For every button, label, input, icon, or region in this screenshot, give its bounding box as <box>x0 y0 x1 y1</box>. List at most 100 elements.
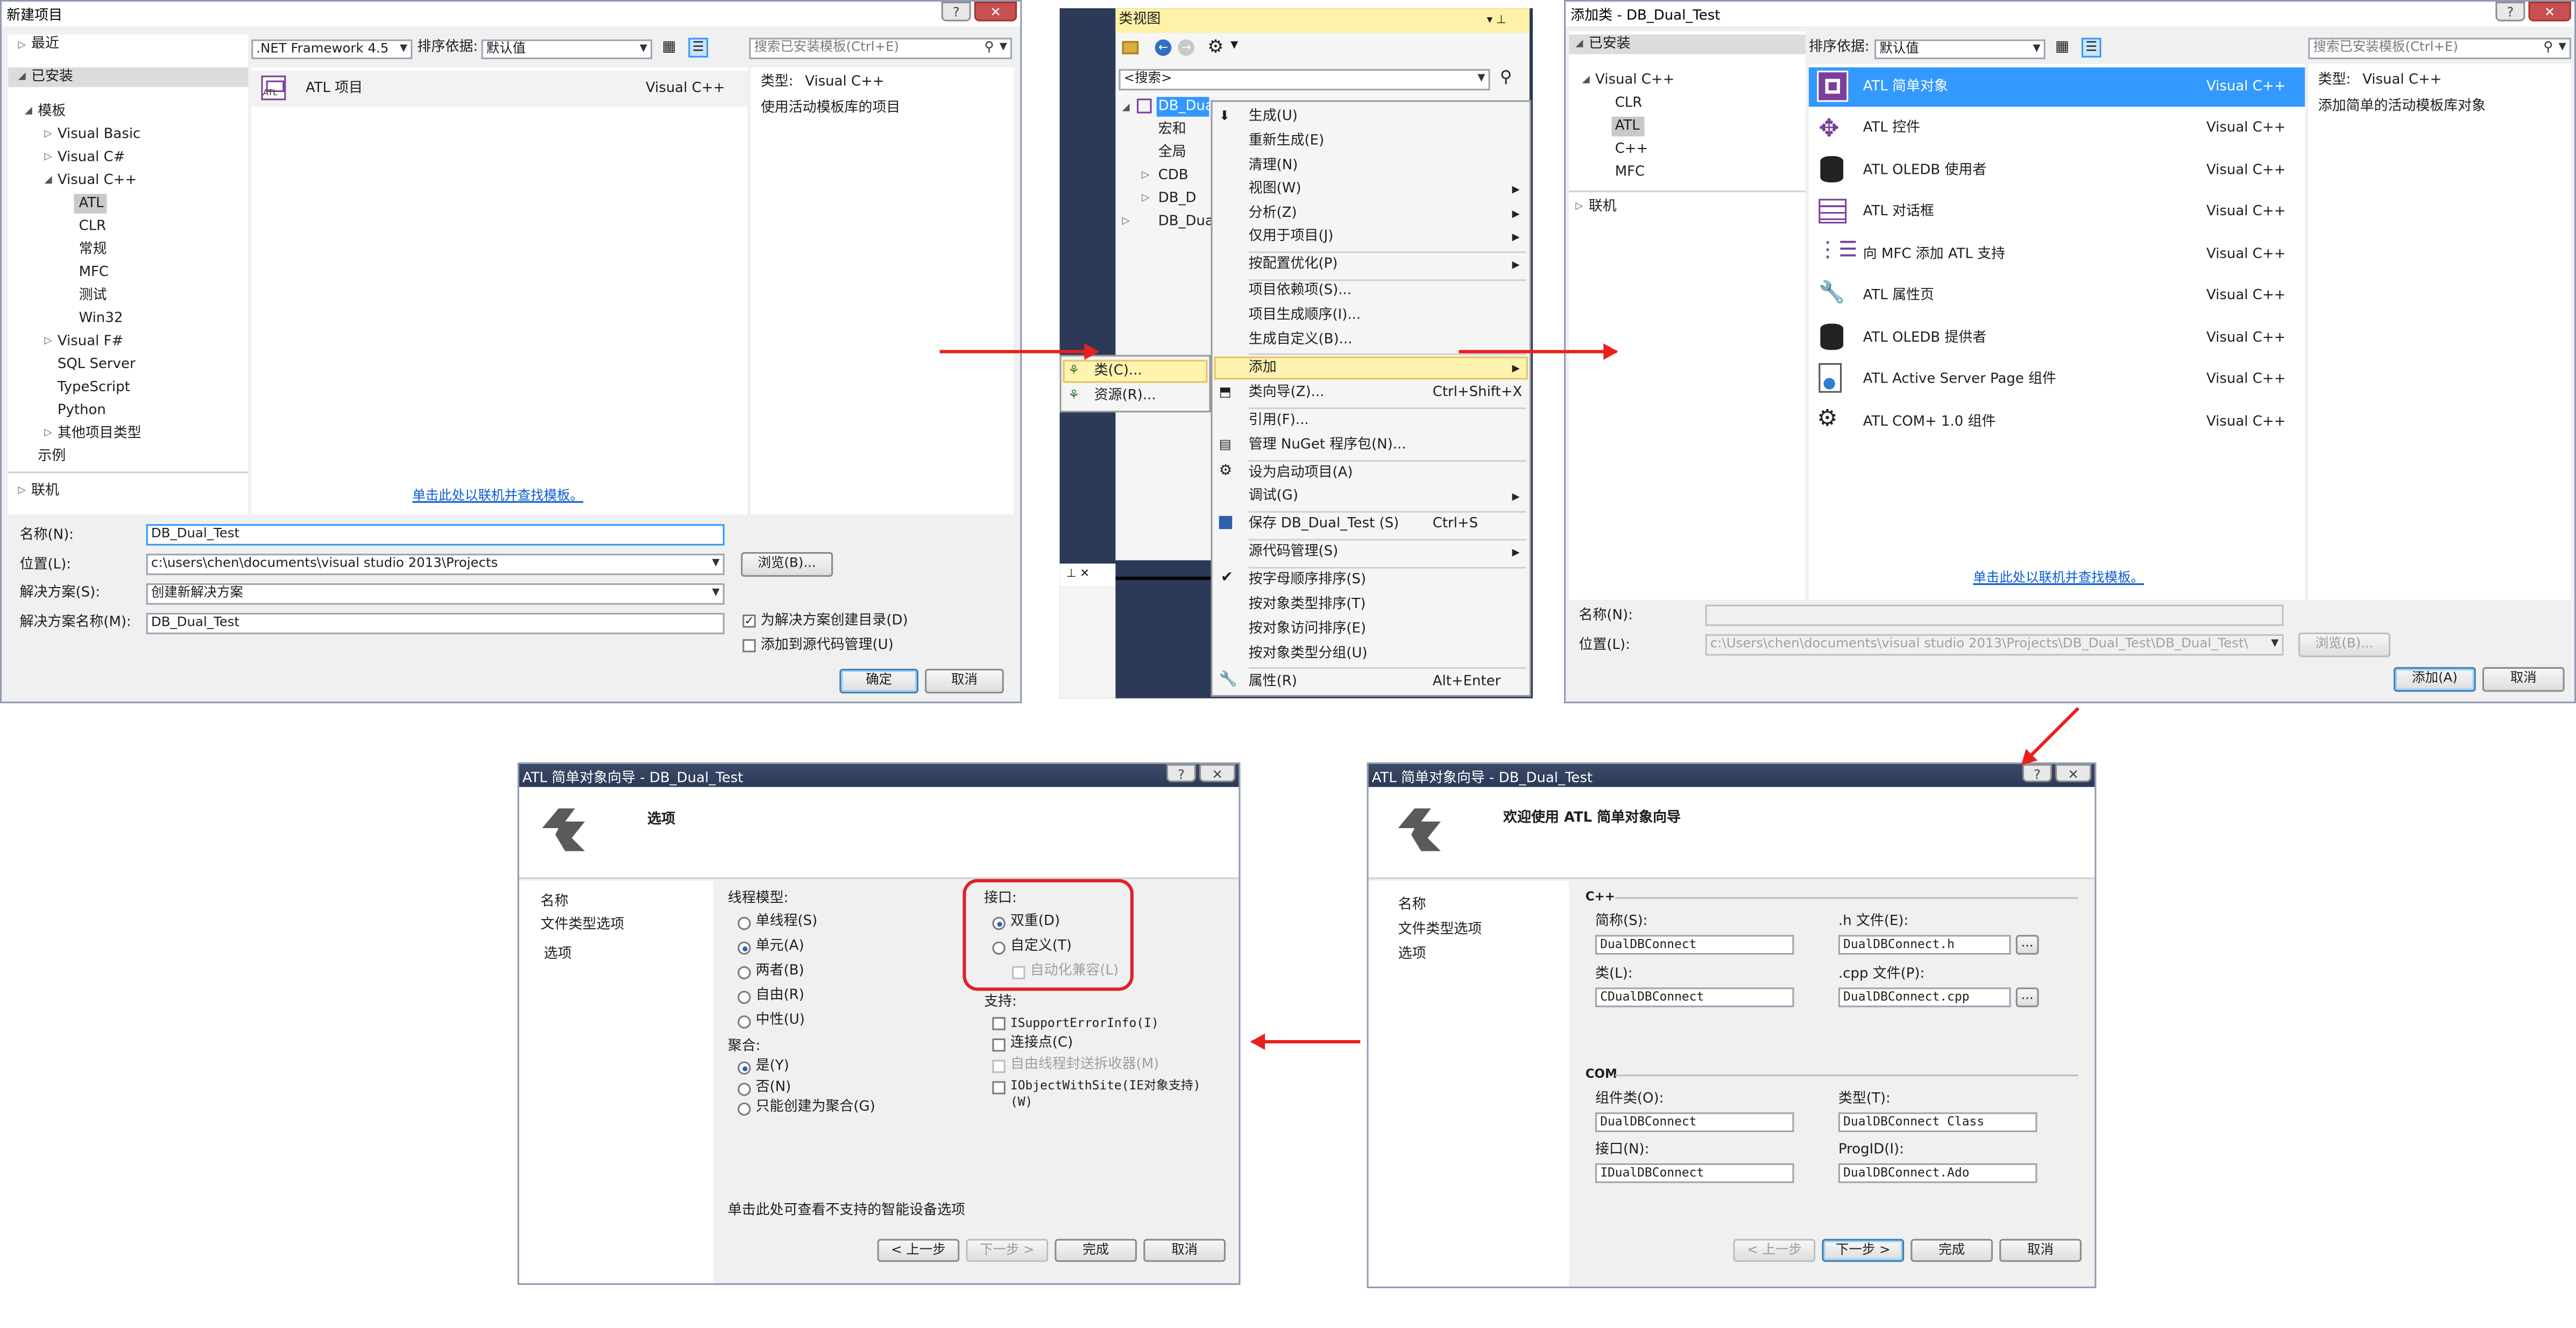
tree-samples[interactable]: 示例 <box>38 449 66 467</box>
location-combo[interactable]: c:\Users\chen\documents\visual studio 20… <box>1705 634 2284 656</box>
support-errorinfo-checkbox[interactable] <box>992 1017 1006 1030</box>
pin-icon[interactable]: ▾ ⊥ <box>1487 11 1506 30</box>
menu-item[interactable]: 管理 NuGet 程序包(N)... <box>1249 437 1406 455</box>
menu-item[interactable]: 类向导(Z)... <box>1249 385 1325 403</box>
tree-mfc[interactable]: MFC <box>1615 164 1645 182</box>
menu-item[interactable]: 属性(R) <box>1249 674 1297 692</box>
tree-node[interactable]: CDB <box>1158 167 1188 186</box>
class-search-combo[interactable]: <搜索> ▼ <box>1119 69 1490 90</box>
list-item-name[interactable]: ATL 属性页 <box>1863 287 1934 306</box>
coclass-field[interactable]: DualDBConnect <box>1595 1112 1794 1132</box>
expand-icon[interactable]: ▷ <box>44 128 52 139</box>
list-view-icon[interactable]: ☰ <box>2081 38 2101 58</box>
template-tree[interactable]: ◢ 已安装 ◢ Visual C++ CLR ATL C++ MFC ▷ 联机 <box>1569 31 1806 600</box>
tree-online[interactable]: 联机 <box>31 483 59 501</box>
menu-item[interactable]: 按对象类型分组(U) <box>1249 646 1368 664</box>
add-source-checkbox[interactable] <box>742 639 756 653</box>
cancel-button[interactable]: 取消 <box>1143 1239 1226 1262</box>
tree-sql[interactable]: SQL Server <box>58 357 136 375</box>
tree-atl[interactable]: ATL <box>1615 118 1640 137</box>
tree-cpp[interactable]: Visual C++ <box>58 173 137 191</box>
template-list[interactable]: ATL ATL 项目 Visual C++ 单击此处以联机并查找模板。 <box>251 67 748 514</box>
tree-clr[interactable]: CLR <box>1615 95 1643 114</box>
close-button[interactable]: ✕ <box>2528 2 2571 22</box>
tree-node[interactable]: DB_D <box>1158 190 1197 209</box>
tree-root[interactable]: DB_Dual <box>1158 98 1218 117</box>
list-item-name[interactable]: ATL Active Server Page 组件 <box>1863 371 2056 390</box>
expand-icon[interactable]: ▷ <box>44 427 52 439</box>
close-button[interactable]: ✕ <box>2055 764 2092 782</box>
aggregation-only-radio[interactable] <box>738 1102 751 1116</box>
template-list[interactable]: ATL 简单对象 Visual C++ ✥ ATL 控件 Visual C++ … <box>1809 64 2305 600</box>
menu-item[interactable]: 清理(N) <box>1249 158 1298 176</box>
pin-icon[interactable]: ⊥ ✕ <box>1066 565 1089 583</box>
submenu-resource[interactable]: 资源(R)... <box>1094 388 1156 406</box>
menu-item[interactable]: 项目生成顺序(I)... <box>1249 307 1361 326</box>
menu-item[interactable]: 按字母顺序排序(S) <box>1249 572 1366 590</box>
nav-item-name[interactable]: 名称 <box>541 894 569 912</box>
prev-button[interactable]: < 上一步 <box>877 1239 960 1262</box>
h-file-browse-button[interactable]: ... <box>2015 935 2039 955</box>
h-file-field[interactable]: DualDBConnect.h <box>1838 935 2011 955</box>
tree-recent[interactable]: 最近 <box>31 36 59 54</box>
menu-item[interactable]: 生成(U) <box>1249 109 1298 127</box>
list-item-name[interactable]: ATL 简单对象 <box>1863 79 1948 97</box>
collapse-icon[interactable]: ◢ <box>1122 102 1130 113</box>
threading-apartment-radio[interactable] <box>738 941 751 955</box>
online-link[interactable]: 单击此处以联机并查找模板。 <box>412 486 583 505</box>
tree-win32[interactable]: Win32 <box>79 310 123 329</box>
expand-icon[interactable]: ▷ <box>44 335 52 347</box>
grid-view-icon[interactable]: ▦ <box>662 39 681 58</box>
add-button[interactable]: 添加(A) <box>2394 667 2476 692</box>
aggregation-no-radio[interactable] <box>738 1083 751 1096</box>
expand-icon[interactable]: ▷ <box>18 485 26 496</box>
finish-button[interactable]: 完成 <box>1910 1239 1993 1262</box>
menu-item[interactable]: 按对象访问排序(E) <box>1249 621 1366 639</box>
menu-item[interactable]: 调试(G) <box>1249 488 1298 506</box>
help-button[interactable]: ? <box>1166 764 1197 782</box>
list-item-name[interactable]: ATL COM+ 1.0 组件 <box>1863 414 1996 433</box>
support-connection-checkbox[interactable] <box>992 1038 1006 1052</box>
list-view-icon[interactable]: ☰ <box>688 38 709 58</box>
tree-atl[interactable]: ATL <box>79 195 104 214</box>
collapse-icon[interactable]: ◢ <box>44 174 52 186</box>
collapse-icon[interactable]: ◢ <box>18 70 26 82</box>
name-field[interactable]: DB_Dual_Test <box>146 524 725 546</box>
menu-item[interactable]: 引用(F)... <box>1249 412 1309 430</box>
threading-free-radio[interactable] <box>738 991 751 1004</box>
type-field[interactable]: DualDBConnect Class <box>1838 1112 2037 1132</box>
browse-button[interactable]: 浏览(B)... <box>2298 632 2390 658</box>
expand-icon[interactable]: ▷ <box>44 151 52 163</box>
nav-item-file-types[interactable]: 文件类型选项 <box>541 917 625 935</box>
list-item-name[interactable]: ATL OLEDB 提供者 <box>1863 330 1987 349</box>
cpp-file-browse-button[interactable]: ... <box>2015 987 2039 1007</box>
gear-icon[interactable]: ⚙ <box>1207 36 1223 58</box>
tree-fs[interactable]: Visual F# <box>58 334 123 352</box>
tree-cpp[interactable]: Visual C++ <box>1595 72 1674 90</box>
list-item-name[interactable]: ATL 对话框 <box>1863 204 1934 222</box>
search-input[interactable]: 搜索已安装模板(Ctrl+E) ⚲ ▼ <box>2308 38 2571 59</box>
expand-icon[interactable]: ▷ <box>18 39 26 51</box>
tree-online[interactable]: 联机 <box>1589 199 1617 217</box>
help-button[interactable]: ? <box>2495 2 2525 22</box>
nav-item-options[interactable]: 选项 <box>1398 946 1426 965</box>
class-field[interactable]: CDualDBConnect <box>1595 987 1794 1007</box>
help-button[interactable]: ? <box>941 2 971 22</box>
nav-item-file-types[interactable]: 文件类型选项 <box>1398 922 1482 940</box>
cancel-button[interactable]: 取消 <box>2482 667 2565 692</box>
solution-combo[interactable]: 创建新解决方案 ▼ <box>146 583 725 605</box>
search-input[interactable]: 搜索已安装模板(Ctrl+E) ⚲ ▼ <box>749 38 1013 59</box>
menu-item[interactable]: 按对象类型排序(T) <box>1249 596 1366 614</box>
submenu-class[interactable]: 类(C)... <box>1094 363 1142 382</box>
solution-name-field[interactable]: DB_Dual_Test <box>146 612 725 634</box>
support-objectwithsite-checkbox[interactable] <box>992 1081 1006 1094</box>
list-item-name[interactable]: 向 MFC 添加 ATL 支持 <box>1863 246 2005 265</box>
menu-item[interactable]: 按配置优化(P) <box>1249 256 1338 274</box>
list-item-name[interactable]: ATL OLEDB 使用者 <box>1863 163 1987 181</box>
interface-field[interactable]: IDualDBConnect <box>1595 1163 1794 1183</box>
expand-icon[interactable]: ▷ <box>1122 215 1130 227</box>
menu-item[interactable]: 设为启动项目(A) <box>1249 465 1353 483</box>
prev-button[interactable]: < 上一步 <box>1733 1239 1816 1262</box>
framework-combo[interactable]: .NET Framework 4.5 ▼ <box>251 39 413 59</box>
menu-item[interactable]: 分析(Z) <box>1249 206 1297 224</box>
